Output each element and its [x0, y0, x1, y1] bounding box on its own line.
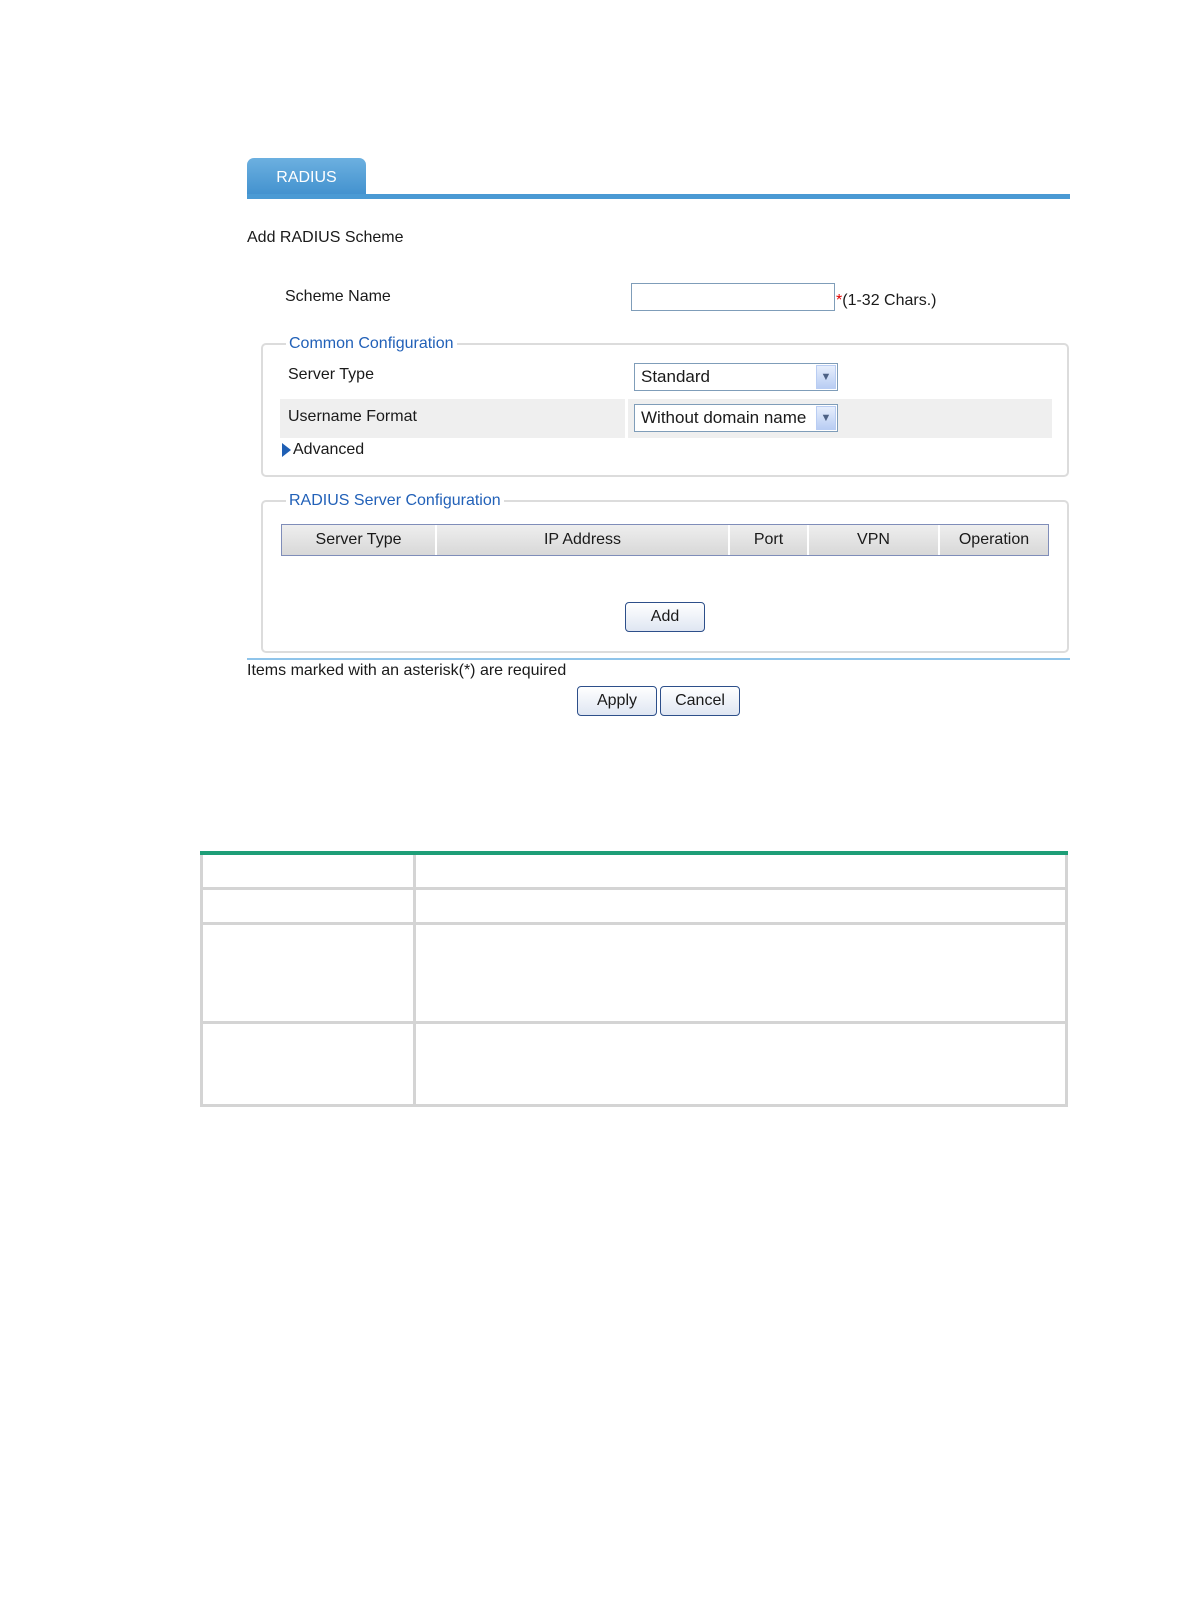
page-title: Add RADIUS Scheme [247, 229, 404, 246]
doc-table-top-rule [200, 851, 1068, 855]
apply-button[interactable]: Apply [577, 686, 657, 716]
table-row [200, 1021, 1068, 1107]
scheme-name-hint: (1-32 Chars.) [842, 292, 937, 309]
table-cell [200, 1021, 416, 1107]
column-header-operation: Operation [958, 531, 1030, 548]
scheme-name-hint-wrap: *(1-32 Chars.) [836, 292, 936, 310]
doc-table [200, 851, 1068, 1107]
table-cell [413, 851, 1068, 890]
scheme-name-input[interactable] [631, 283, 835, 311]
table-row [200, 851, 1068, 890]
tab-underline [247, 194, 1070, 199]
scheme-name-label: Scheme Name [285, 288, 391, 305]
table-cell [413, 922, 1068, 1024]
advanced-toggle[interactable]: Advanced [293, 441, 364, 459]
tab-radius[interactable]: RADIUS [247, 158, 366, 198]
tab-radius-label: RADIUS [276, 169, 337, 186]
table-cell [200, 887, 416, 925]
username-format-select[interactable]: Without domain name ▼ [634, 404, 838, 432]
server-type-select[interactable]: Standard ▼ [634, 363, 838, 391]
required-note: Items marked with an asterisk(*) are req… [247, 662, 567, 679]
row-separator [625, 399, 628, 438]
table-row [200, 922, 1068, 1024]
server-type-value: Standard [641, 367, 710, 386]
common-config-legend: Common Configuration [286, 335, 457, 353]
column-header-ip-address: IP Address [437, 525, 730, 555]
server-table-header: Server Type IP Address Port VPN Operatio… [281, 524, 1049, 556]
triangle-right-icon[interactable] [282, 443, 291, 457]
column-header-vpn: VPN [809, 525, 940, 555]
column-header-server-type: Server Type [282, 525, 437, 555]
divider [247, 658, 1070, 660]
table-cell [200, 922, 416, 1024]
chevron-down-icon[interactable]: ▼ [816, 365, 836, 389]
server-config-legend: RADIUS Server Configuration [286, 492, 504, 510]
table-row [200, 887, 1068, 925]
cancel-button[interactable]: Cancel [660, 686, 740, 716]
table-cell [413, 1021, 1068, 1107]
username-format-label: Username Format [288, 408, 417, 425]
column-header-port: Port [730, 525, 809, 555]
chevron-down-icon[interactable]: ▼ [816, 406, 836, 430]
username-format-value: Without domain name [641, 408, 807, 427]
table-cell [200, 851, 416, 890]
server-type-label: Server Type [288, 366, 374, 383]
add-server-button[interactable]: Add [625, 602, 705, 632]
table-cell [413, 887, 1068, 925]
